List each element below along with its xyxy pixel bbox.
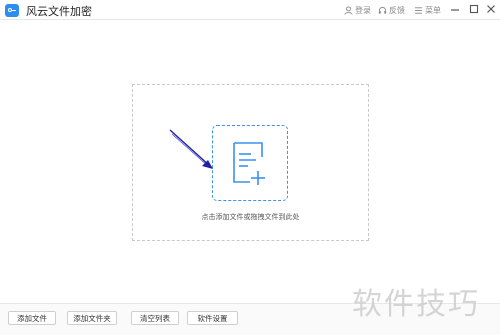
watermark: 软件技巧 — [352, 287, 480, 322]
clear-list-button[interactable]: 清空列表 — [131, 311, 179, 325]
add-file-button[interactable]: 添加文件 — [8, 311, 56, 325]
settings-button[interactable]: 软件设置 — [187, 311, 238, 325]
add-folder-button[interactable]: 添加文件夹 — [67, 311, 117, 325]
